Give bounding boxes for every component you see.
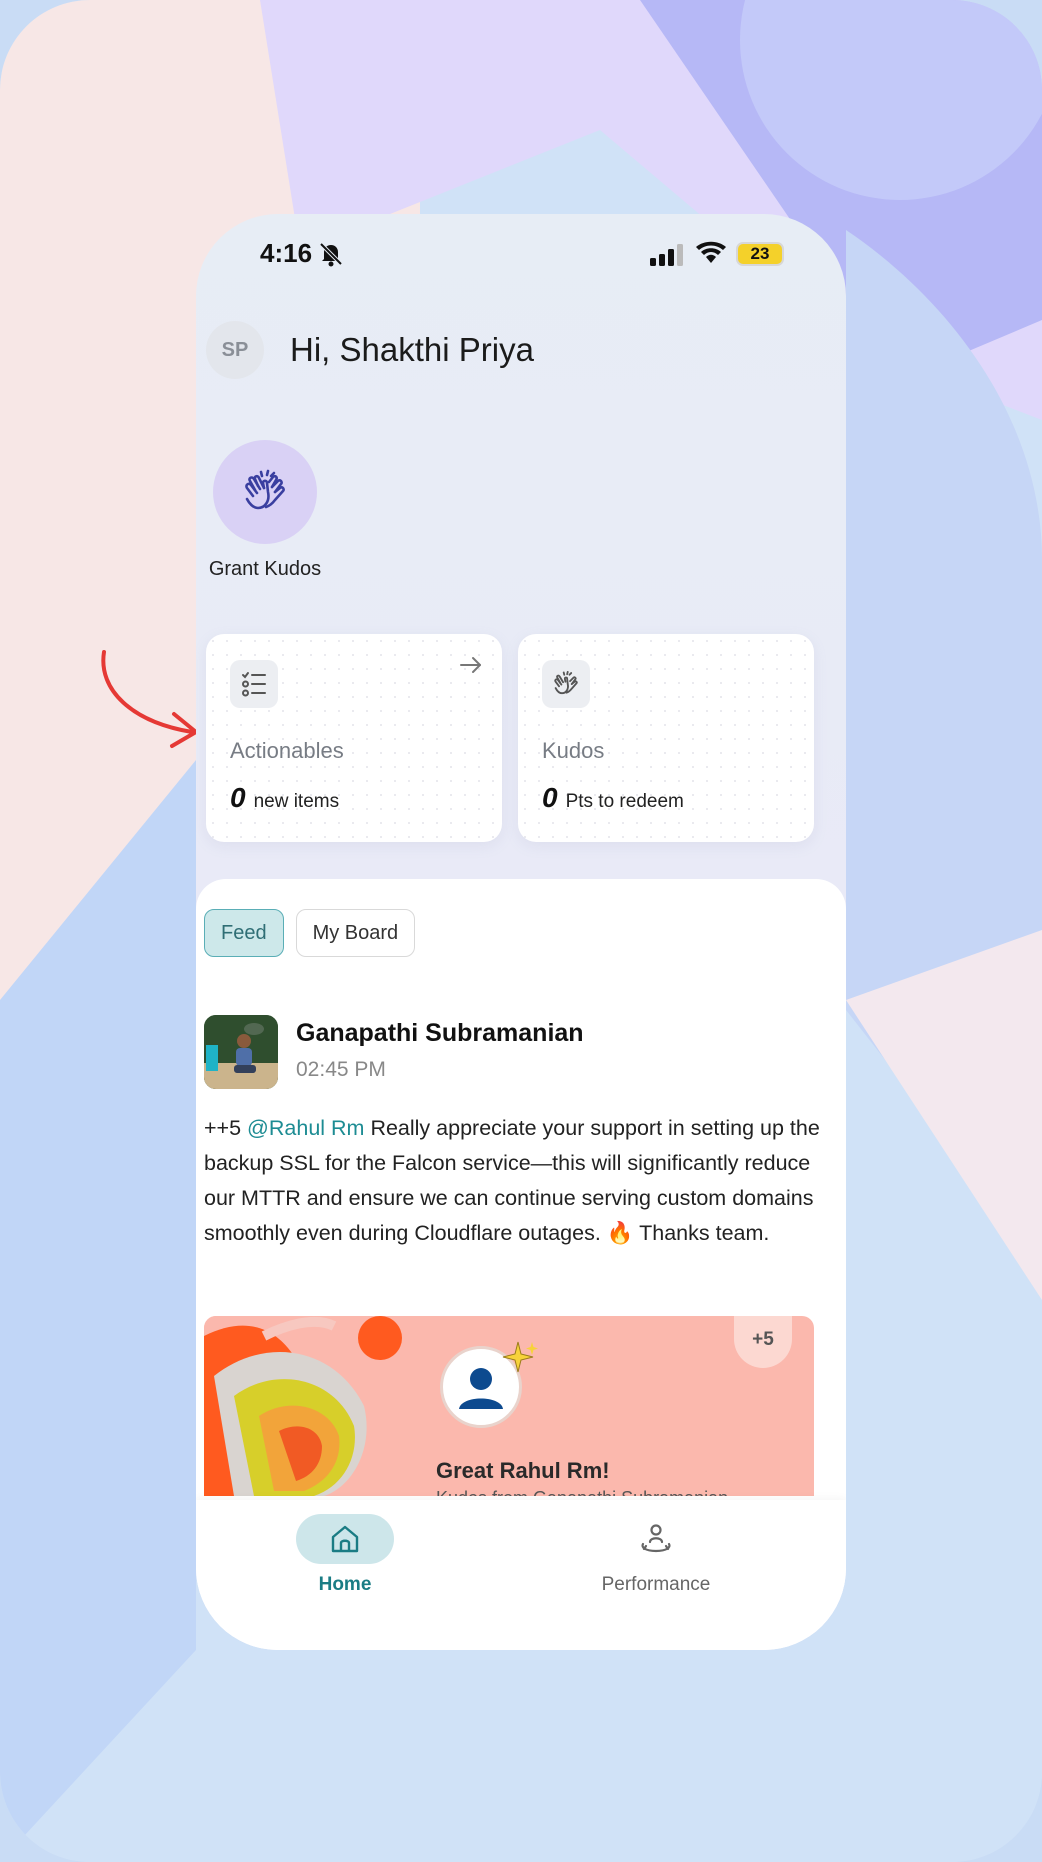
kudos-value: 0 Pts to redeem <box>542 782 684 814</box>
post-header: Ganapathi Subramanian 02:45 PM <box>204 1015 584 1089</box>
nav-performance-label: Performance <box>601 1574 711 1595</box>
status-bar: 4:16 23 <box>196 214 846 294</box>
grant-kudos-circle[interactable] <box>213 440 317 544</box>
kudos-count: 0 <box>542 782 558 813</box>
nav-home-pill[interactable] <box>296 1514 394 1564</box>
bottom-navigation: Home Performance <box>196 1500 846 1650</box>
tab-feed[interactable]: Feed <box>204 909 284 957</box>
kudos-banner[interactable]: +5 Great Rahul Rm! Kudos from Ganapathi … <box>204 1316 814 1496</box>
grant-kudos-label: Grant Kudos <box>208 558 322 580</box>
post-body: ++5 @Rahul Rm Really appreciate your sup… <box>204 1111 824 1251</box>
kudos-card[interactable]: Kudos 0 Pts to redeem <box>518 634 814 842</box>
points-badge: +5 <box>734 1316 792 1368</box>
nav-performance-pill[interactable] <box>607 1514 705 1564</box>
actionables-title: Actionables <box>230 738 344 763</box>
sparkle-icon <box>502 1341 538 1373</box>
battery-icon: 23 <box>736 242 784 266</box>
actionables-card[interactable]: Actionables 0 new items <box>206 634 502 842</box>
kudos-subtitle: Pts to redeem <box>565 791 684 812</box>
greeting-text: Hi, Shakthi Priya <box>290 331 534 368</box>
actionables-subtitle: new items <box>253 791 340 812</box>
grant-kudos-button[interactable]: Grant Kudos <box>204 440 326 581</box>
post-mention-link[interactable]: @Rahul Rm <box>247 1116 364 1140</box>
annotation-arrow-icon <box>101 650 198 748</box>
nav-performance[interactable]: Performance <box>576 1514 736 1596</box>
checklist-icon <box>230 660 278 708</box>
actionables-count: 0 <box>230 782 246 813</box>
tab-my-board[interactable]: My Board <box>295 909 416 957</box>
post-author-name[interactable]: Ganapathi Subramanian <box>296 1019 584 1048</box>
arrow-right-icon[interactable] <box>458 652 484 678</box>
performance-icon <box>641 1524 671 1553</box>
kudos-card-title: Great Rahul Rm! <box>436 1458 610 1483</box>
kudos-card-subtitle: Kudos from Ganapathi Subramanian <box>436 1488 728 1496</box>
post-meta: Ganapathi Subramanian 02:45 PM <box>296 1015 584 1089</box>
avatar[interactable]: SP <box>206 321 264 379</box>
post-body-prefix: ++5 <box>204 1116 248 1140</box>
nav-home[interactable]: Home <box>288 1514 402 1596</box>
actionables-value: 0 new items <box>230 782 339 814</box>
feed-tabs: Feed My Board <box>204 909 416 957</box>
bell-off-icon <box>319 242 343 267</box>
header: SP Hi, Shakthi Priya <box>206 318 534 382</box>
clapping-hands-icon <box>542 660 590 708</box>
signal-icon <box>650 244 683 266</box>
kudos-title: Kudos <box>542 738 605 763</box>
clapping-hands-icon <box>245 469 285 510</box>
post-author-avatar[interactable] <box>204 1015 278 1089</box>
wifi-icon <box>696 241 726 263</box>
nav-home-label: Home <box>318 1574 372 1595</box>
phone-screen: 4:16 23 SP Hi, Shakthi Priya Grant Kudos… <box>196 214 846 1650</box>
home-icon <box>331 1525 359 1553</box>
post-timestamp: 02:45 PM <box>296 1058 386 1081</box>
kudos-banner-art <box>204 1316 404 1496</box>
status-time: 4:16 <box>260 238 313 268</box>
